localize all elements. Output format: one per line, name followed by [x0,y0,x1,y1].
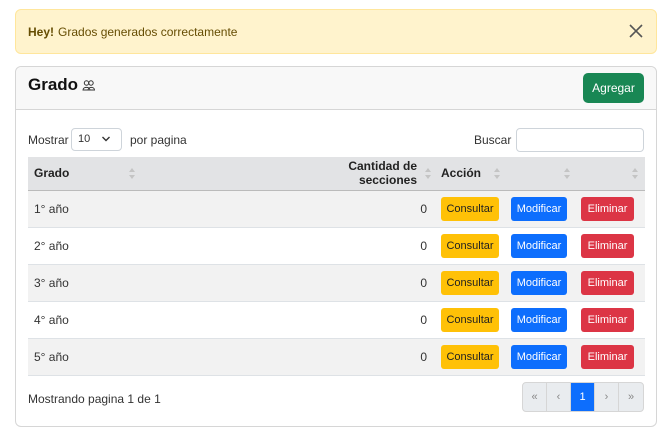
close-icon[interactable] [626,21,646,41]
page-title-text: Grado [28,75,79,94]
table-controls: Mostrar 10 por pagina Buscar [28,128,644,152]
modificar-button[interactable]: Modificar [511,196,567,221]
consultar-button[interactable]: Consultar [441,196,499,221]
table-row: 2° año 0 Consultar Modificar Eliminar [28,227,645,264]
page-length-select[interactable]: 10 [71,128,122,151]
cell-grado: 2° año [34,238,69,253]
consultar-button[interactable]: Consultar [441,270,499,295]
table-row: 5° año 0 Consultar Modificar Eliminar [28,338,645,375]
show-label: Mostrar [28,133,69,147]
modificar-button[interactable]: Modificar [511,344,567,369]
search-input[interactable] [516,128,644,152]
cell-grado: 3° año [34,275,69,290]
consultar-button[interactable]: Consultar [441,233,499,258]
cell-secciones: 0 [420,349,427,364]
sort-icon [129,168,135,179]
table-row: 3° año 0 Consultar Modificar Eliminar [28,264,645,301]
consultar-button[interactable]: Consultar [441,307,499,332]
per-page-label: por pagina [130,133,187,147]
last-page-button[interactable]: » [619,383,643,411]
success-alert: Hey! Grados generados correctamente [15,9,657,54]
page-1-button[interactable]: 1 [571,383,595,411]
cell-grado: 4° año [34,312,69,327]
grado-card: Grado Agregar Mostrar 10 por pagina Busc… [15,66,657,427]
column-label: Grado [34,166,70,181]
eliminar-button[interactable]: Eliminar [581,270,634,295]
cell-grado: 5° año [34,349,69,364]
column-header-accion[interactable]: Acción [435,157,505,191]
column-label: Cantidad de secciones [348,159,417,188]
pagination: « ‹ 1 › » [522,382,644,412]
grados-table: Grado Cantidad de secciones Acción 1° añ… [28,157,645,376]
card-header: Grado Agregar [16,67,656,110]
alert-strong: Hey! [28,24,55,39]
column-header-empty-1[interactable] [505,157,575,191]
table-row: 1° año 0 Consultar Modificar Eliminar [28,190,645,227]
consultar-button[interactable]: Consultar [441,344,499,369]
sort-icon [632,168,638,179]
cell-secciones: 0 [420,201,427,216]
cell-secciones: 0 [420,238,427,253]
users-icon [82,80,96,91]
modificar-button[interactable]: Modificar [511,233,567,258]
search-label: Buscar [474,133,512,147]
modificar-button[interactable]: Modificar [511,307,567,332]
page-length-value: 10 [78,133,91,145]
table-row: 4° año 0 Consultar Modificar Eliminar [28,301,645,338]
column-label: Acción [441,166,482,181]
add-button[interactable]: Agregar [583,73,644,103]
page-title: Grado [28,75,96,95]
eliminar-button[interactable]: Eliminar [581,344,634,369]
table-header-row: Grado Cantidad de secciones Acción [28,157,645,191]
prev-page-button[interactable]: ‹ [547,383,571,411]
next-page-button[interactable]: › [595,383,619,411]
eliminar-button[interactable]: Eliminar [581,307,634,332]
cell-secciones: 0 [420,275,427,290]
column-header-empty-2[interactable] [575,157,645,191]
alert-message: Grados generados correctamente [58,24,238,39]
eliminar-button[interactable]: Eliminar [581,196,634,221]
column-header-grado[interactable]: Grado [28,157,286,191]
first-page-button[interactable]: « [523,383,547,411]
cell-grado: 1° año [34,201,69,216]
pagination-info: Mostrando pagina 1 de 1 [28,392,161,406]
cell-secciones: 0 [420,312,427,327]
column-header-secciones[interactable]: Cantidad de secciones [286,157,435,191]
eliminar-button[interactable]: Eliminar [581,233,634,258]
sort-icon [564,168,570,179]
modificar-button[interactable]: Modificar [511,270,567,295]
chevron-down-icon [102,136,110,142]
sort-icon [425,168,431,179]
sort-icon [494,168,500,179]
